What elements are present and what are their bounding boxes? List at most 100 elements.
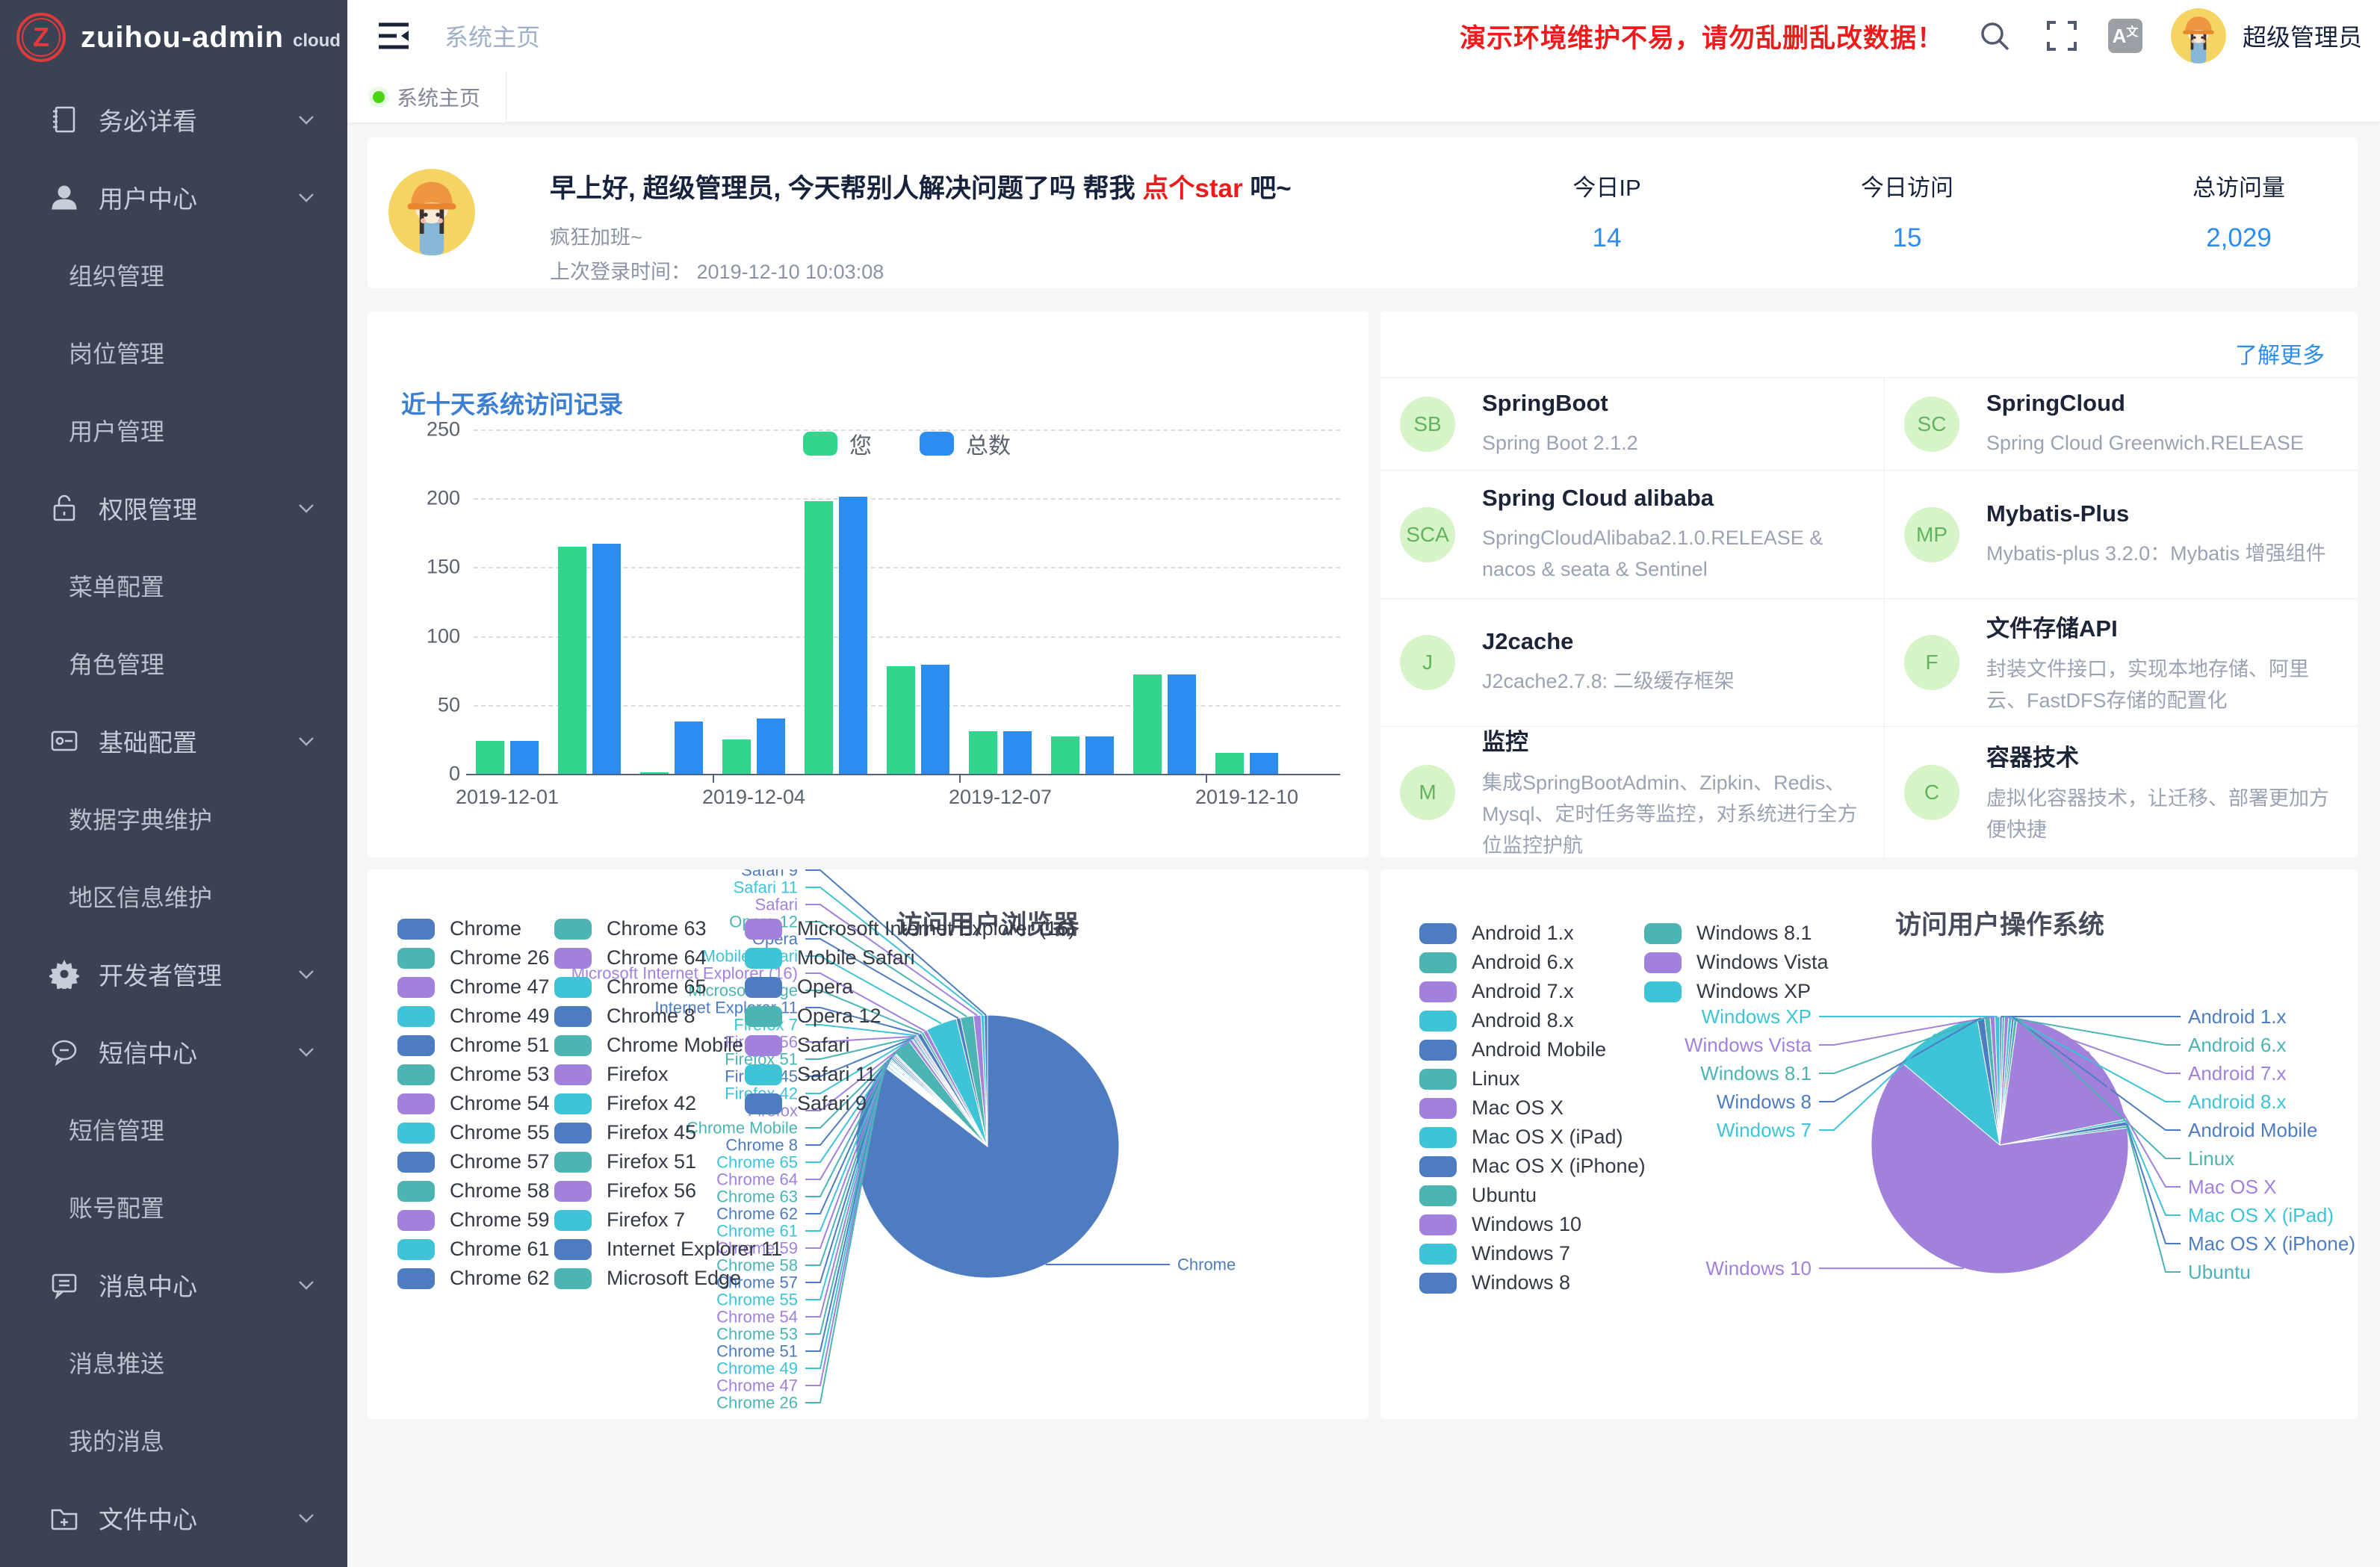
bar-2019-12-03-总数[interactable] [675, 722, 703, 774]
sidebar-item-6[interactable]: 菜单配置 [0, 547, 347, 624]
bar-2019-12-02-您[interactable] [558, 547, 586, 774]
legend-item-Android 8.x[interactable]: Android 8.x [1419, 1009, 1574, 1032]
legend-item-Opera 12[interactable]: Opera 12 [745, 1005, 881, 1028]
bar-2019-12-07-您[interactable] [969, 731, 997, 774]
star-link[interactable]: 点个star [1142, 174, 1242, 203]
bar-2019-12-07-总数[interactable] [1003, 731, 1032, 774]
legend-item-Chrome 51[interactable]: Chrome 51 [397, 1034, 550, 1057]
sidebar-item-4[interactable]: 用户管理 [0, 391, 347, 469]
sidebar-item-3[interactable]: 岗位管理 [0, 314, 347, 391]
bar-2019-12-01-总数[interactable] [510, 741, 539, 774]
legend-item-Windows 8.1[interactable]: Windows 8.1 [1644, 922, 1812, 945]
legend-item-Firefox 45[interactable]: Firefox 45 [554, 1121, 696, 1144]
legend-item-Chrome 8[interactable]: Chrome 8 [554, 1005, 695, 1028]
fullscreen-icon[interactable] [2045, 19, 2078, 52]
bar-2019-12-04-总数[interactable] [757, 719, 785, 774]
legend-item-Windows Vista[interactable]: Windows Vista [1644, 951, 1829, 974]
sidebar-item-8[interactable]: 基础配置 [0, 702, 347, 780]
sidebar-item-1[interactable]: 用户中心 [0, 158, 347, 236]
stat-value[interactable]: 2,029 [2104, 223, 2373, 253]
sidebar-item-12[interactable]: 短信中心 [0, 1013, 347, 1090]
tech-item-Spring Cloud alibaba[interactable]: SCASpring Cloud alibabaSpringCloudAlibab… [1380, 470, 1884, 598]
legend-item-Android 6.x[interactable]: Android 6.x [1419, 951, 1574, 974]
sidebar-item-16[interactable]: 消息推送 [0, 1324, 347, 1401]
sidebar-item-10[interactable]: 地区信息维护 [0, 857, 347, 935]
legend-item-Chrome 63[interactable]: Chrome 63 [554, 917, 707, 940]
legend-item-Chrome 61[interactable]: Chrome 61 [397, 1238, 550, 1261]
tech-item-容器技术[interactable]: C容器技术虚拟化容器技术，让迁移、部署更加方便快捷 [1884, 726, 2358, 857]
legend-item-Android 1.x[interactable]: Android 1.x [1419, 922, 1574, 945]
legend-item-Firefox 51[interactable]: Firefox 51 [554, 1150, 696, 1173]
bar-2019-12-03-您[interactable] [640, 772, 669, 774]
bar-2019-12-09-总数[interactable] [1168, 674, 1196, 774]
legend-item-Chrome 62[interactable]: Chrome 62 [397, 1267, 550, 1290]
legend-item-Microsoft Edge[interactable]: Microsoft Edge [554, 1267, 741, 1290]
legend-item-总数[interactable]: 总数 [920, 427, 1011, 460]
legend-item-Mac OS X (iPad)[interactable]: Mac OS X (iPad) [1419, 1126, 1623, 1149]
bar-2019-12-06-总数[interactable] [921, 665, 949, 774]
legend-item-Chrome 65[interactable]: Chrome 65 [554, 975, 707, 999]
legend-item-Chrome 49[interactable]: Chrome 49 [397, 1005, 550, 1028]
legend-item-Firefox 7[interactable]: Firefox 7 [554, 1208, 685, 1232]
sidebar-item-17[interactable]: 我的消息 [0, 1401, 347, 1479]
user-avatar[interactable] [2171, 8, 2226, 63]
legend-item-Safari 9[interactable]: Safari 9 [745, 1092, 867, 1115]
sidebar-item-0[interactable]: 务必详看 [0, 81, 347, 158]
tech-item-SpringCloud[interactable]: SCSpringCloudSpring Cloud Greenwich.RELE… [1884, 377, 2358, 470]
legend-item-Windows XP[interactable]: Windows XP [1644, 980, 1811, 1003]
username[interactable]: 超级管理员 [2243, 19, 2362, 53]
legend-item-Firefox[interactable]: Firefox [554, 1063, 669, 1086]
bar-2019-12-10-总数[interactable] [1250, 753, 1278, 774]
tab-home[interactable]: 系统主页 [347, 72, 506, 122]
legend-item-Windows 10[interactable]: Windows 10 [1419, 1213, 1581, 1236]
legend-item-Chrome 54[interactable]: Chrome 54 [397, 1092, 550, 1115]
stat-value[interactable]: 15 [1773, 223, 2042, 253]
legend-item-Android 7.x[interactable]: Android 7.x [1419, 980, 1574, 1003]
legend-item-您[interactable]: 您 [803, 427, 872, 460]
legend-item-Safari 11[interactable]: Safari 11 [745, 1063, 876, 1086]
legend-item-Safari[interactable]: Safari [745, 1034, 850, 1057]
legend-item-Linux[interactable]: Linux [1419, 1067, 1520, 1090]
search-icon[interactable] [1978, 19, 2011, 52]
legend-item-Ubuntu[interactable]: Ubuntu [1419, 1184, 1537, 1207]
legend-item-Chrome 58[interactable]: Chrome 58 [397, 1179, 550, 1203]
bar-2019-12-04-您[interactable] [722, 739, 751, 774]
sidebar-item-13[interactable]: 短信管理 [0, 1090, 347, 1168]
bar-2019-12-05-您[interactable] [805, 501, 833, 774]
legend-item-Windows 8[interactable]: Windows 8 [1419, 1271, 1570, 1294]
legend-item-Mac OS X[interactable]: Mac OS X [1419, 1096, 1564, 1120]
tech-item-文件存储API[interactable]: F文件存储API封装文件接口，实现本地存储、阿里云、FastDFS存储的配置化 [1884, 598, 2358, 726]
bar-2019-12-09-您[interactable] [1133, 674, 1162, 774]
bar-2019-12-08-您[interactable] [1051, 736, 1079, 774]
legend-item-Chrome 57[interactable]: Chrome 57 [397, 1150, 550, 1173]
learn-more-link[interactable]: 了解更多 [2235, 337, 2325, 370]
legend-item-Mac OS X (iPhone)[interactable]: Mac OS X (iPhone) [1419, 1155, 1646, 1178]
legend-item-Windows 7[interactable]: Windows 7 [1419, 1242, 1570, 1265]
legend-item-Chrome Mobile[interactable]: Chrome Mobile [554, 1034, 743, 1057]
bar-2019-12-05-总数[interactable] [839, 497, 867, 774]
sidebar-item-5[interactable]: 权限管理 [0, 469, 347, 547]
sidebar-item-18[interactable]: 文件中心 [0, 1479, 347, 1557]
legend-item-Chrome 47[interactable]: Chrome 47 [397, 975, 550, 999]
legend-item-Opera[interactable]: Opera [745, 975, 853, 999]
tech-item-Mybatis-Plus[interactable]: MPMybatis-PlusMybatis-plus 3.2.0：Mybatis… [1884, 470, 2358, 598]
tech-item-SpringBoot[interactable]: SBSpringBootSpring Boot 2.1.2 [1380, 377, 1884, 470]
bar-2019-12-08-总数[interactable] [1085, 736, 1114, 774]
legend-item-Mobile Safari[interactable]: Mobile Safari [745, 946, 915, 969]
legend-item-Firefox 42[interactable]: Firefox 42 [554, 1092, 696, 1115]
font-size-icon[interactable]: A文 [2108, 19, 2142, 53]
bar-2019-12-02-总数[interactable] [592, 544, 621, 774]
sidebar-item-14[interactable]: 账号配置 [0, 1168, 347, 1246]
tech-item-J2cache[interactable]: JJ2cacheJ2cache2.7.8: 二级缓存框架 [1380, 598, 1884, 726]
sidebar-item-7[interactable]: 角色管理 [0, 624, 347, 702]
bar-2019-12-06-您[interactable] [887, 666, 915, 774]
legend-item-Chrome 59[interactable]: Chrome 59 [397, 1208, 550, 1232]
legend-item-Internet Explorer 11[interactable]: Internet Explorer 11 [554, 1238, 782, 1261]
sidebar-item-2[interactable]: 组织管理 [0, 236, 347, 314]
legend-item-Chrome[interactable]: Chrome [397, 917, 521, 940]
legend-item-Firefox 56[interactable]: Firefox 56 [554, 1179, 696, 1203]
legend-item-Android Mobile[interactable]: Android Mobile [1419, 1038, 1606, 1061]
legend-item-Chrome 53[interactable]: Chrome 53 [397, 1063, 550, 1086]
legend-item-Chrome 64[interactable]: Chrome 64 [554, 946, 707, 969]
bar-2019-12-10-您[interactable] [1215, 753, 1244, 774]
